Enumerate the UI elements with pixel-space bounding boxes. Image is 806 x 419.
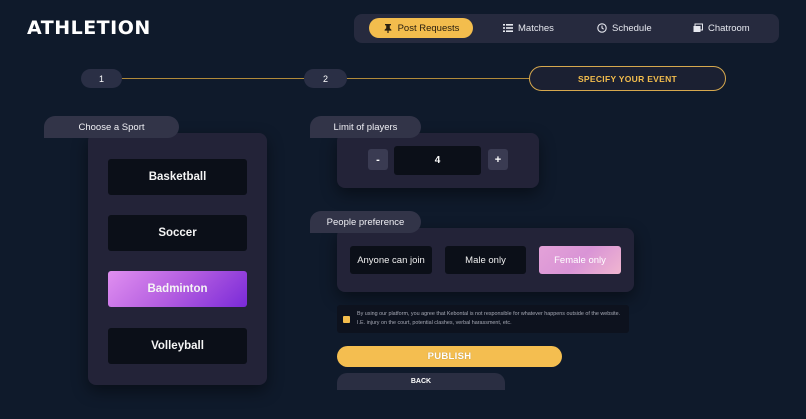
brand-logo: ATHLETION: [27, 17, 151, 39]
nav-label: Post Requests: [397, 22, 460, 34]
sport-panel: Basketball Soccer Badminton Volleyball: [88, 133, 267, 385]
publish-button[interactable]: PUBLISH: [337, 346, 562, 367]
sport-option-badminton[interactable]: Badminton: [108, 271, 247, 307]
pin-icon: [384, 24, 391, 33]
sport-option-basketball[interactable]: Basketball: [108, 159, 247, 195]
terms-text: By using our platform, you agree that Ke…: [357, 311, 621, 326]
top-navigation: Post Requests Matches Schedule Chatroom: [354, 14, 779, 43]
clock-icon: [597, 23, 607, 33]
nav-chatroom[interactable]: Chatroom: [683, 18, 760, 38]
nav-matches[interactable]: Matches: [493, 18, 564, 38]
limit-section-title: Limit of players: [310, 116, 421, 138]
limit-panel: - +: [337, 133, 539, 188]
sport-option-volleyball[interactable]: Volleyball: [108, 328, 247, 364]
sport-section-title: Choose a Sport: [44, 116, 179, 138]
sport-option-soccer[interactable]: Soccer: [108, 215, 247, 251]
nav-label: Schedule: [612, 22, 652, 34]
preference-female-only[interactable]: Female only: [539, 246, 621, 274]
preference-section-title: People preference: [310, 211, 421, 233]
step-current: SPECIFY YOUR EVENT: [529, 66, 726, 91]
nav-schedule[interactable]: Schedule: [587, 18, 662, 38]
increment-button[interactable]: +: [488, 149, 508, 170]
player-count-input[interactable]: [394, 146, 481, 175]
preference-male-only[interactable]: Male only: [445, 246, 526, 274]
step-2[interactable]: 2: [304, 69, 347, 88]
nav-label: Matches: [518, 22, 554, 34]
nav-label: Chatroom: [708, 22, 750, 34]
preference-panel: Anyone can join Male only Female only: [337, 228, 634, 292]
step-1[interactable]: 1: [81, 69, 122, 88]
list-icon: [503, 24, 513, 32]
back-button[interactable]: BACK: [337, 373, 505, 390]
preference-anyone[interactable]: Anyone can join: [350, 246, 432, 274]
terms-checkbox[interactable]: [343, 316, 350, 323]
terms-notice: By using our platform, you agree that Ke…: [337, 305, 629, 333]
decrement-button[interactable]: -: [368, 149, 388, 170]
chat-icon: [693, 23, 703, 32]
nav-post-requests[interactable]: Post Requests: [369, 18, 473, 38]
